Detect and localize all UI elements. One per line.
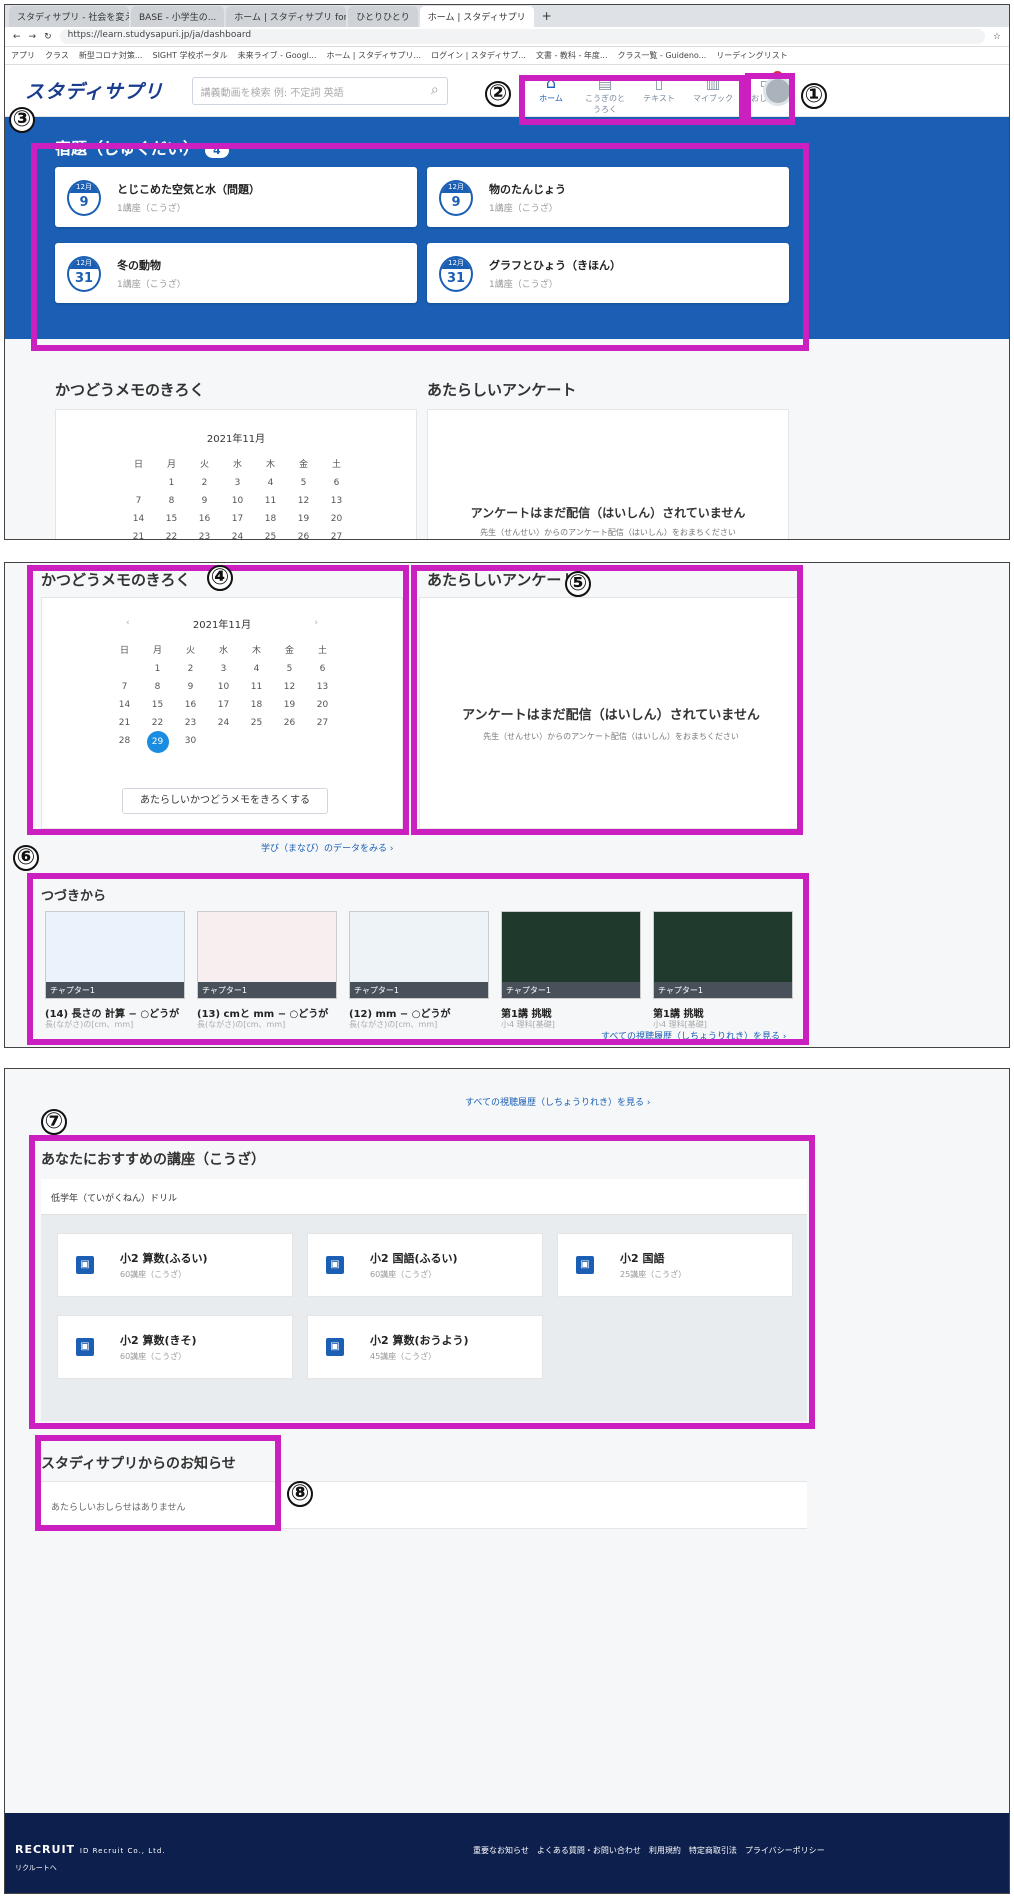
learning-data-link[interactable]: 学び（まなび）のデータをみる › (261, 841, 393, 854)
marker-1: ① (801, 83, 827, 109)
calendar-day[interactable]: 13 (320, 496, 353, 506)
marker-8: ⑧ (287, 1481, 313, 1507)
calendar-day[interactable]: 3 (221, 478, 254, 488)
calendar-day[interactable]: 1 (155, 478, 188, 488)
calendar-day[interactable]: 19 (287, 514, 320, 524)
calendar-day[interactable]: 21 (122, 532, 155, 539)
weekday-label: 月 (166, 460, 176, 470)
calendar-day[interactable]: 25 (254, 532, 287, 539)
marker-3: ③ (9, 107, 35, 133)
memo-heading: かつどうメモのきろく (55, 381, 205, 399)
survey-preview: アンケートはまだ配信（はいしん）されていません 先生（せんせい）からのアンケート… (427, 409, 789, 539)
calendar-day (122, 478, 155, 488)
bookmarks-bar: アプリ クラス 新型コロナ対策... SIGHT 学校ポータル 未来ライブ - … (5, 47, 1009, 65)
browser-tab[interactable]: ホーム | スタディサプリ for TEAC (226, 5, 347, 27)
bookmark[interactable]: 文書 - 教科 - 年度... (536, 50, 608, 61)
bookmark[interactable]: クラス一覧 - Guideno... (618, 50, 707, 61)
address-bar: ← → ↻ https://learn.studysapuri.jp/ja/da… (5, 27, 1009, 47)
screenshot-middle: かつどうメモのきろく あたらしいアンケート ‹ › 2021年11月 日月火水木… (4, 562, 1010, 1048)
calendar-day[interactable]: 8 (155, 496, 188, 506)
marker-7: ⑦ (41, 1109, 67, 1135)
highlight-box-2 (519, 75, 745, 125)
search-placeholder: 講義動画を検索 例: 不定詞 英語 (200, 87, 344, 99)
calendar-day[interactable]: 18 (254, 514, 287, 524)
weekday-label: 土 (331, 460, 341, 470)
calendar-day[interactable]: 10 (221, 496, 254, 506)
marker-2: ② (485, 81, 511, 107)
footer-links[interactable]: 重要なお知らせ よくある質問・お問い合わせ 利用規約 特定商取引法 プライバシー… (473, 1845, 825, 1856)
bookmark[interactable]: アプリ (11, 50, 35, 61)
back-icon[interactable]: ← (13, 32, 21, 42)
highlight-box-8 (35, 1435, 281, 1531)
bookmark[interactable]: ログイン | スタディサプ... (431, 50, 526, 61)
screenshot-bottom: すべての視聴履歴（しちょうりれき）を見る › あなたにおすすめの講座（こうざ） … (4, 1068, 1010, 1894)
calendar-day[interactable]: 12 (287, 496, 320, 506)
marker-4: ④ (207, 565, 233, 591)
bookmark[interactable]: SIGHT 学校ポータル (152, 50, 227, 61)
weekday-label: 金 (298, 460, 308, 470)
search-input[interactable]: 講義動画を検索 例: 不定詞 英語 ⌕ (191, 76, 448, 105)
calendar-day[interactable]: 20 (320, 514, 353, 524)
calendar-month: 2021年11月 (206, 434, 266, 445)
calendar-day[interactable]: 17 (221, 514, 254, 524)
search-icon[interactable]: ⌕ (431, 82, 439, 98)
marker-5: ⑤ (565, 571, 591, 597)
browser-tab[interactable]: スタディサプリ - 社会を変える学び (9, 5, 129, 27)
highlight-box-1 (745, 73, 795, 125)
calendar-day[interactable]: 15 (155, 514, 188, 524)
star-icon[interactable]: ☆ (993, 32, 1001, 42)
calendar-day[interactable]: 22 (155, 532, 188, 539)
memo-calendar-preview: 2021年11月 日月火水木金土 1 2 3 4 5 6 7 8 9 10 11 12 13 14 15 16 1… (55, 409, 417, 539)
calendar-day[interactable]: 6 (320, 478, 353, 488)
bookmark[interactable]: ホーム | スタディサプリ... (326, 50, 421, 61)
survey-heading: あたらしいアンケート (427, 381, 577, 399)
weekday-label: 木 (265, 460, 275, 470)
calendar-day[interactable]: 23 (188, 532, 221, 539)
weekday-label: 水 (232, 460, 242, 470)
bookmark[interactable]: 新型コロナ対策... (79, 50, 143, 61)
logo[interactable]: スタディサプリ (25, 77, 164, 104)
forward-icon[interactable]: → (29, 32, 37, 42)
calendar-day[interactable]: 27 (320, 532, 353, 539)
calendar-day[interactable]: 9 (188, 496, 221, 506)
calendar-day[interactable]: 7 (122, 496, 155, 506)
highlight-box-3 (31, 143, 809, 351)
survey-empty-text: アンケートはまだ配信（はいしん）されていません (470, 506, 746, 520)
highlight-box-4 (27, 565, 409, 835)
calendar-day[interactable]: 16 (188, 514, 221, 524)
reload-icon[interactable]: ↻ (44, 32, 52, 42)
calendar-day[interactable]: 11 (254, 496, 287, 506)
bookmark[interactable]: クラス (45, 50, 69, 61)
url-input[interactable]: https://learn.studysapuri.jp/ja/dashboar… (59, 29, 985, 44)
weekday-label: 火 (199, 460, 209, 470)
new-tab-icon[interactable]: + (542, 9, 552, 23)
highlight-box-6 (27, 873, 809, 1045)
footer-sub-link[interactable]: リクルートへ (15, 1863, 57, 1873)
footer-brand: RECRUIT ID Recruit Co., Ltd. (15, 1843, 166, 1856)
highlight-box-7 (29, 1135, 815, 1429)
calendar-day[interactable]: 14 (122, 514, 155, 524)
browser-tab[interactable]: ひとりひとり (348, 5, 418, 27)
weekday-label: 日 (133, 460, 143, 470)
calendar-day[interactable]: 26 (287, 532, 320, 539)
browser-tab[interactable]: BASE - 小学生の... (131, 5, 225, 27)
calendar-day[interactable]: 4 (254, 478, 287, 488)
survey-empty-sub: 先生（せんせい）からのアンケート配信（はいしん）をおまちください (480, 528, 736, 537)
bookmark[interactable]: 未来ライブ - Googl... (238, 50, 317, 61)
bookmark[interactable]: リーディングリスト (716, 50, 787, 61)
calendar-day[interactable]: 2 (188, 478, 221, 488)
marker-6: ⑥ (13, 845, 39, 871)
calendar-day[interactable]: 5 (287, 478, 320, 488)
calendar-day[interactable]: 24 (221, 532, 254, 539)
all-history-link[interactable]: すべての視聴履歴（しちょうりれき）を見る › (465, 1095, 650, 1108)
highlight-box-5 (411, 565, 803, 835)
footer: RECRUIT ID Recruit Co., Ltd. リクルートへ 重要なお… (5, 1813, 1009, 1893)
browser-tab-strip: スタディサプリ - 社会を変える学び BASE - 小学生の... ホーム | … (5, 5, 1009, 27)
browser-tab-active[interactable]: ホーム | スタディサプリ (419, 5, 534, 27)
calendar-grid-preview: 日月火水木金土 1 2 3 4 5 6 7 8 9 10 11 12 13 14 15 16 17 18 19 20 21… (122, 457, 416, 539)
screenshot-top: スタディサプリ - 社会を変える学び BASE - 小学生の... ホーム | … (4, 4, 1010, 540)
